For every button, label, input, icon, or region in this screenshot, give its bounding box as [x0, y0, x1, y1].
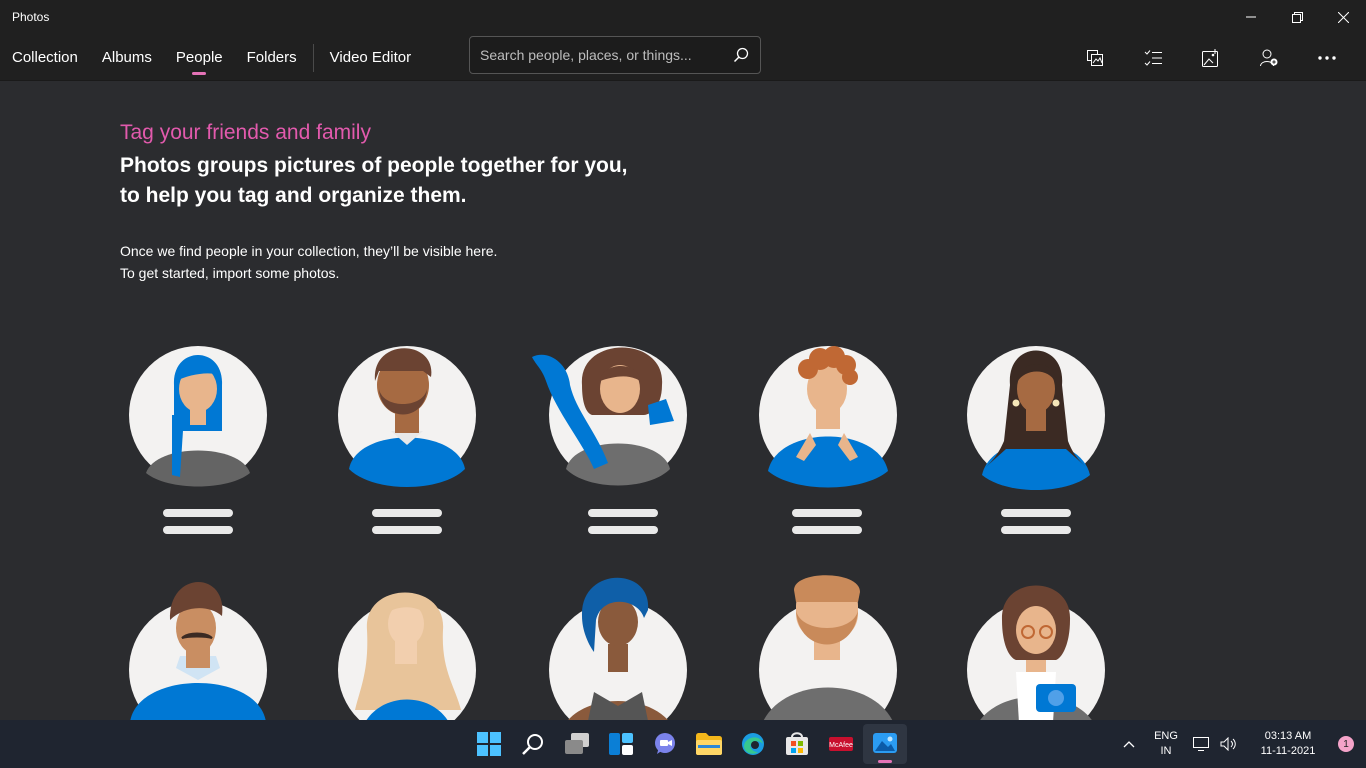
import-icon[interactable]	[1182, 38, 1240, 78]
window-controls	[1228, 0, 1366, 34]
name-placeholder-line	[792, 526, 862, 534]
person-avatar-10	[966, 585, 1106, 720]
search-icon[interactable]	[511, 724, 555, 764]
person-avatar-7	[337, 592, 477, 720]
search-input[interactable]	[470, 47, 722, 63]
name-placeholder-line	[163, 509, 233, 517]
app-title: Photos	[12, 10, 50, 24]
select-photos-icon[interactable]	[1066, 38, 1124, 78]
name-placeholder-line	[372, 526, 442, 534]
windows-start-icon[interactable]	[467, 724, 511, 764]
person-avatar-3	[532, 345, 688, 486]
notification-badge[interactable]: 1	[1338, 736, 1354, 752]
region-code: IN	[1160, 745, 1172, 757]
volume-icon[interactable]	[1216, 724, 1242, 764]
tab-albums[interactable]: Albums	[90, 34, 164, 81]
tab-folders[interactable]: Folders	[235, 34, 309, 81]
person-avatar-4	[758, 345, 898, 488]
name-placeholder-line	[1001, 526, 1071, 534]
person-avatar-8	[548, 577, 688, 720]
nav-bar: Collection Albums People Folders Video E…	[0, 34, 1366, 81]
file-explorer-icon[interactable]	[687, 724, 731, 764]
multi-select-icon[interactable]	[1124, 38, 1182, 78]
nav-tabs: Collection Albums People Folders Video E…	[0, 34, 423, 81]
widgets-icon[interactable]	[599, 724, 643, 764]
person-avatar-9	[758, 575, 898, 720]
minimize-icon	[1246, 16, 1256, 18]
system-tray: ENG IN 03:13 AM 11-11-2021 1	[1112, 720, 1366, 768]
name-placeholder-line	[588, 526, 658, 534]
name-placeholder-line	[588, 509, 658, 517]
network-icon[interactable]	[1186, 724, 1216, 764]
clock-time: 03:13 AM	[1264, 730, 1312, 742]
tab-people[interactable]: People	[164, 34, 235, 81]
search-icon[interactable]	[722, 47, 760, 63]
store-icon[interactable]	[775, 724, 819, 764]
search-box	[469, 36, 761, 74]
clock[interactable]: 03:13 AM 11-11-2021	[1248, 729, 1328, 759]
toolbar	[1066, 34, 1356, 81]
photos-app-icon[interactable]	[863, 724, 907, 764]
person-avatar-1	[128, 345, 268, 487]
title-bar: Photos	[0, 0, 1366, 34]
person-avatar-6	[128, 581, 268, 720]
minimize-button[interactable]	[1228, 0, 1274, 34]
person-avatar-5	[966, 345, 1106, 490]
more-options-icon[interactable]	[1298, 38, 1356, 78]
language-code: ENG	[1154, 730, 1178, 742]
account-icon[interactable]	[1240, 38, 1298, 78]
people-headline: Photos groups pictures of people togethe…	[120, 154, 628, 207]
tab-collection[interactable]: Collection	[0, 34, 90, 81]
svg-text:McAfee: McAfee	[829, 742, 853, 749]
taskbar-apps: McAfee	[467, 720, 907, 768]
people-page: Tag your friends and family Photos group…	[0, 81, 1366, 720]
name-placeholder-line	[372, 509, 442, 517]
people-body-line-2: To get started, import some photos.	[120, 265, 340, 281]
people-body-line-1: Once we find people in your collection, …	[120, 243, 498, 259]
teams-chat-icon[interactable]	[643, 724, 687, 764]
language-indicator[interactable]: ENG IN	[1146, 729, 1186, 759]
close-button[interactable]	[1320, 0, 1366, 34]
maximize-button[interactable]	[1274, 0, 1320, 34]
clock-date: 11-11-2021	[1260, 745, 1316, 757]
name-placeholder-line	[163, 526, 233, 534]
person-avatar-2	[337, 345, 477, 487]
people-eyebrow: Tag your friends and family	[120, 121, 371, 144]
chevron-up-icon[interactable]	[1112, 724, 1146, 764]
nav-divider	[312, 43, 314, 72]
edge-icon[interactable]	[731, 724, 775, 764]
taskbar: McAfee ENG IN 03:13 AM 11-11-2021 1	[0, 720, 1366, 768]
close-icon	[1337, 11, 1349, 23]
name-placeholder-line	[1001, 509, 1071, 517]
restore-icon	[1291, 11, 1303, 23]
tab-video-editor[interactable]: Video Editor	[318, 34, 423, 81]
mcafee-icon[interactable]: McAfee	[819, 724, 863, 764]
task-view-icon[interactable]	[555, 724, 599, 764]
name-placeholder-line	[792, 509, 862, 517]
